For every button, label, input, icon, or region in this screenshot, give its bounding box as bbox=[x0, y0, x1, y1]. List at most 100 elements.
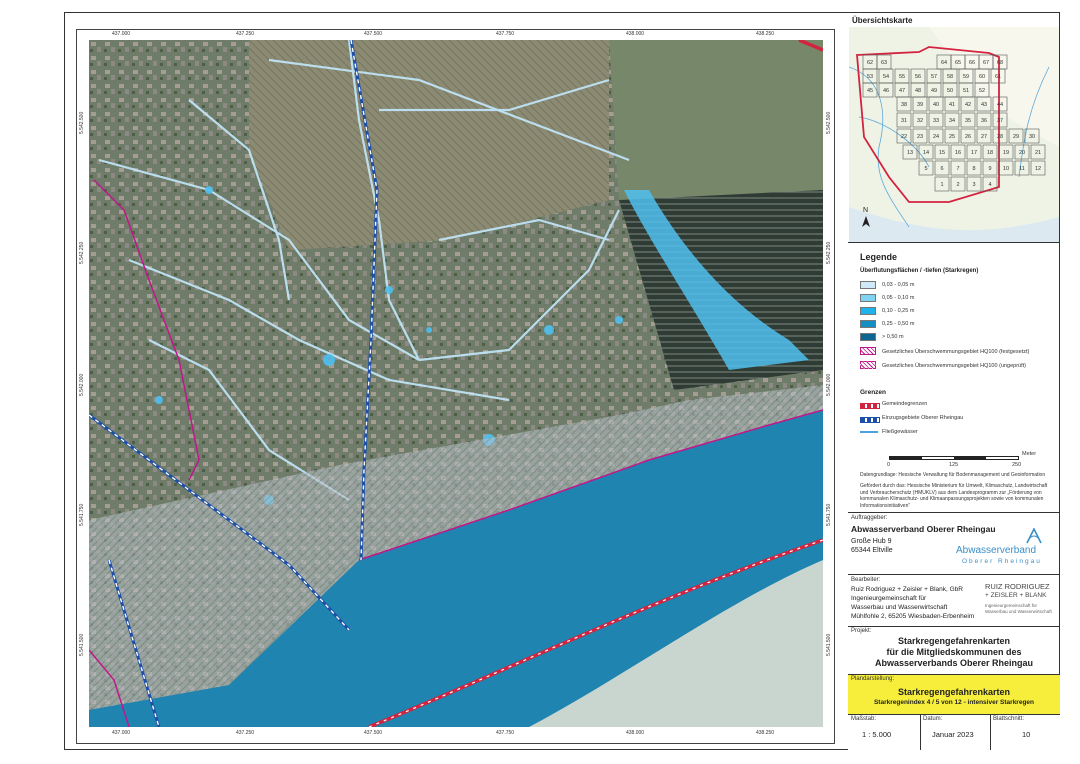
overview-tile-label: 12 bbox=[1035, 166, 1041, 172]
overview-tile-label: 10 bbox=[1003, 166, 1009, 172]
overview-tile-label: 18 bbox=[987, 150, 993, 156]
overview-title: Übersichtskarte bbox=[852, 16, 913, 25]
overview-tile-label: 44 bbox=[997, 102, 1003, 108]
left-tick: 5.542.000 bbox=[79, 373, 85, 396]
overview-tile-label: 61 bbox=[995, 74, 1001, 80]
overview-tile-label: 62 bbox=[867, 60, 873, 66]
scale-250: 250 bbox=[1012, 462, 1022, 468]
legend-title: Legende bbox=[860, 252, 898, 262]
overview-tile-label: 26 bbox=[965, 134, 971, 140]
overview-tile-label: 23 bbox=[917, 134, 923, 140]
legend-class-3: 0,25 - 0,50 m bbox=[882, 321, 915, 327]
overview-tile-label: 24 bbox=[933, 134, 939, 140]
left-tick: 5.541.750 bbox=[79, 503, 85, 526]
right-tick: 5.541.750 bbox=[826, 503, 832, 526]
left-tick: 5.541.500 bbox=[79, 633, 85, 656]
editor-line1: Ruiz Rodriguez + Zeisler + Blank, GbR bbox=[851, 586, 963, 593]
editor-line2: Ingenieurgemeinschaft für bbox=[851, 595, 927, 602]
borders-title: Grenzen bbox=[860, 389, 887, 396]
overview-tile-label: 46 bbox=[883, 88, 889, 94]
legend-class-2: 0,10 - 0,25 m bbox=[882, 308, 915, 314]
editor-line3: Wasserbau und Wasserwirtschaft bbox=[851, 604, 948, 611]
date-value: Januar 2023 bbox=[932, 730, 974, 739]
client-name: Abwasserverband Oberer Rheingau bbox=[851, 524, 996, 534]
overview-tile-label: 20 bbox=[1019, 150, 1025, 156]
border-stream: Fließgewässer bbox=[882, 429, 918, 435]
overview-tile-label: 5 bbox=[924, 166, 927, 172]
legend-class-1: 0,05 - 0,10 m bbox=[882, 295, 915, 301]
client-label: Auftraggeber: bbox=[851, 515, 888, 521]
overview-tile-label: 27 bbox=[981, 134, 987, 140]
plan-subtitle: Starkregenindex 4 / 5 von 12 - intensive… bbox=[873, 699, 1035, 706]
north-arrow-label: N bbox=[863, 207, 868, 214]
overview-map[interactable]: 62 63 64 65 66 67 6853 54 55 56 57 58 59 60 6145 46 47 48… bbox=[849, 27, 1059, 242]
client-logo-word2: Oberer Rheingau bbox=[962, 558, 1042, 565]
top-tick: 437.250 bbox=[236, 31, 255, 37]
data-source: Datengrundlage: Hessische Verwaltung für… bbox=[860, 472, 1046, 478]
legend-class-0: 0,03 - 0,05 m bbox=[882, 282, 915, 288]
plan-label: Plandarstellung: bbox=[851, 676, 895, 682]
right-tick: 5.542.250 bbox=[826, 241, 832, 264]
top-tick: 438.250 bbox=[756, 31, 775, 37]
overview-tile-label: 66 bbox=[969, 60, 975, 66]
overview-tile-label: 39 bbox=[917, 102, 923, 108]
overview-tile-label: 37 bbox=[997, 118, 1003, 124]
top-tick: 437.500 bbox=[364, 31, 383, 37]
footer-divider bbox=[920, 714, 921, 750]
overview-tile-label: 34 bbox=[949, 118, 955, 124]
legend-class-4: > 0,50 m bbox=[882, 334, 904, 340]
left-tick: 5.542.250 bbox=[79, 241, 85, 264]
bottom-tick: 438.000 bbox=[626, 730, 645, 736]
hq-fixed-swatch bbox=[860, 347, 876, 355]
hq-unchecked-swatch bbox=[860, 361, 876, 369]
sheet-value: 10 bbox=[1022, 730, 1031, 739]
overview-tile-label: 60 bbox=[979, 74, 985, 80]
legend-swatch-1 bbox=[860, 294, 876, 302]
sheet-label: Blattschnitt: bbox=[993, 716, 1025, 722]
legend-subtitle: Überflutungsflächen / -tiefen (Starkrege… bbox=[860, 268, 979, 274]
overview-tile-label: 35 bbox=[965, 118, 971, 124]
overview-tile-label: 15 bbox=[939, 150, 945, 156]
funding-note: Gefördert durch das: Hessische Ministeri… bbox=[860, 483, 1048, 509]
editor-logo-line2: + ZEISLER + BLANK bbox=[985, 592, 1047, 599]
border-catchment: Einzugsgebiete Oberer Rheingau bbox=[882, 415, 964, 421]
editor-line4: Mühlfohle 2, 65205 Wiesbaden-Erbenheim bbox=[851, 613, 975, 620]
overview-tile-label: 14 bbox=[923, 150, 929, 156]
overview-tile-label: 31 bbox=[901, 118, 907, 124]
overview-tile-label: 8 bbox=[972, 166, 975, 172]
scale-0: 0 bbox=[887, 462, 891, 468]
overview-tile-label: 42 bbox=[965, 102, 971, 108]
overview-tile-label: 53 bbox=[867, 74, 873, 80]
overview-tile-label: 11 bbox=[1019, 166, 1025, 172]
overview-tile-label: 38 bbox=[901, 102, 907, 108]
overview-tile-label: 13 bbox=[907, 150, 913, 156]
overview-tile-label: 43 bbox=[981, 102, 987, 108]
scale-unit: Meter bbox=[1022, 451, 1037, 457]
bottom-tick: 437.500 bbox=[364, 730, 383, 736]
overview-tile-label: 7 bbox=[956, 166, 959, 172]
overview-tile-label: 3 bbox=[972, 182, 975, 188]
overview-tile-label: 54 bbox=[883, 74, 889, 80]
top-tick: 437.000 bbox=[112, 31, 131, 37]
flood-map[interactable] bbox=[89, 40, 823, 727]
overview-tile-label: 48 bbox=[915, 88, 921, 94]
right-tick: 5.542.500 bbox=[826, 111, 832, 134]
overview-tile-label: 22 bbox=[901, 134, 907, 140]
client-logo-word1: Abwasserverband bbox=[956, 545, 1037, 556]
overview-tile-label: 4 bbox=[988, 182, 991, 188]
editor-logo-line4: Wasserbau und Wasserwirtschaft bbox=[985, 609, 1052, 614]
right-tick: 5.542.000 bbox=[826, 373, 832, 396]
legend-hq-unchecked: Gesetzliches Überschwemmungsgebiet HQ100… bbox=[882, 363, 1026, 369]
overview-tile-label: 28 bbox=[997, 134, 1003, 140]
overview-tile-label: 58 bbox=[947, 74, 953, 80]
overview-tile-label: 45 bbox=[867, 88, 873, 94]
scale-bar bbox=[889, 456, 1019, 460]
overview-tile-label: 41 bbox=[949, 102, 955, 108]
overview-tile-label: 52 bbox=[979, 88, 985, 94]
overview-tile-label: 17 bbox=[971, 150, 977, 156]
client-city: 65344 Eltville bbox=[851, 547, 893, 554]
overview-tile-label: 30 bbox=[1029, 134, 1035, 140]
border-municipal: Gemeindegrenzen bbox=[882, 401, 928, 407]
legend-swatch-2 bbox=[860, 307, 876, 315]
client-street: Große Hub 9 bbox=[851, 538, 892, 545]
